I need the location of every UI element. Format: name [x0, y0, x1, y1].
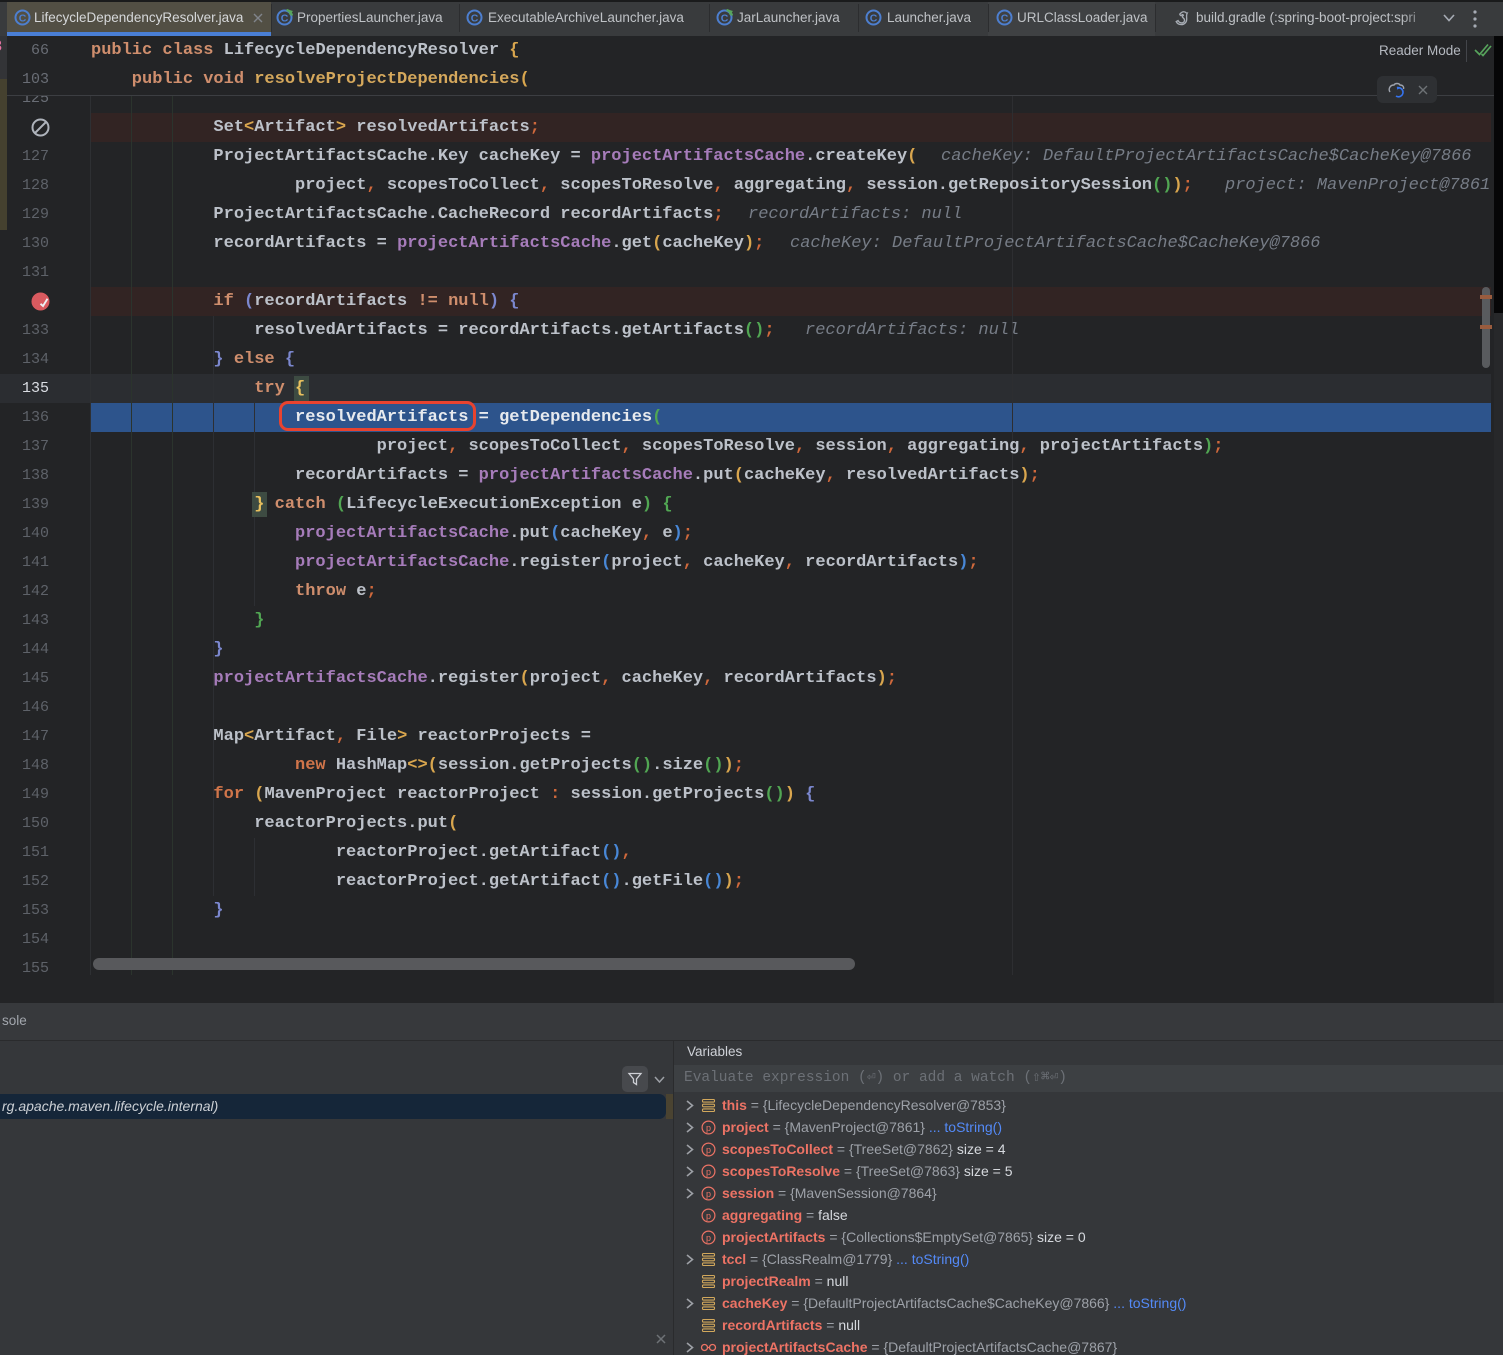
svg-text:p: p [706, 1167, 711, 1177]
svg-text:p: p [706, 1211, 711, 1221]
svg-text:C: C [281, 12, 289, 24]
svg-text:C: C [1001, 12, 1009, 24]
svg-text:p: p [706, 1123, 711, 1133]
svg-text:C: C [870, 12, 878, 24]
svg-text:C: C [19, 12, 27, 24]
svg-text:C: C [721, 12, 729, 24]
svg-text:p: p [706, 1189, 711, 1199]
svg-text:C: C [471, 12, 479, 24]
svg-text:p: p [706, 1145, 711, 1155]
svg-text:p: p [706, 1233, 711, 1243]
